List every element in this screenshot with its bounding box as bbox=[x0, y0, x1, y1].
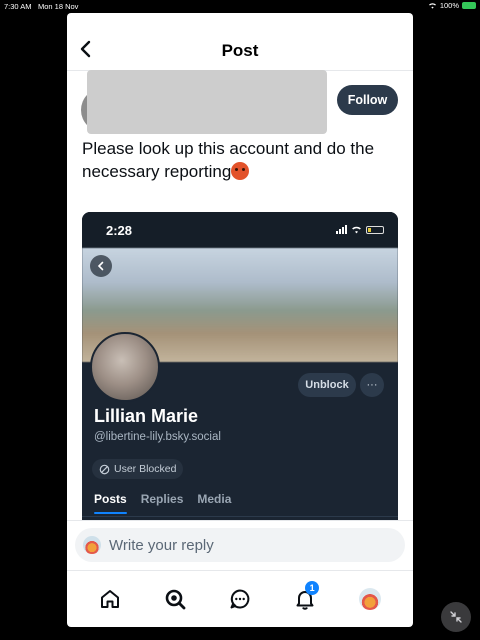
chat-icon bbox=[230, 589, 250, 609]
profile-handle: @libertine-lily.bsky.social bbox=[94, 431, 221, 443]
battery-percent: 100% bbox=[439, 1, 459, 10]
app-window: Post Follow Please look up this account … bbox=[67, 13, 413, 627]
profile-avatar-icon bbox=[359, 588, 382, 610]
embed-status-bar: 2:28 bbox=[82, 212, 398, 248]
status-date: Mon 18 Nov bbox=[38, 2, 79, 11]
tab-posts: Posts bbox=[94, 492, 127, 514]
more-options-icon: ··· bbox=[360, 373, 384, 397]
wifi-icon bbox=[352, 226, 361, 234]
embedded-screenshot[interactable]: 2:28 Unblock ··· Lillian Marie @libertin… bbox=[82, 212, 398, 520]
post-header: Post bbox=[67, 13, 413, 71]
profile-name: Lillian Marie bbox=[94, 406, 199, 426]
collapse-icon bbox=[450, 611, 462, 623]
blocked-icon bbox=[99, 464, 110, 474]
reply-composer: Write your reply bbox=[67, 520, 413, 570]
profile-avatar bbox=[90, 332, 160, 402]
tabs-divider bbox=[82, 516, 398, 517]
nav-home[interactable] bbox=[94, 583, 126, 615]
nav-chat[interactable] bbox=[224, 583, 256, 615]
embed-time: 2:28 bbox=[106, 223, 133, 238]
nav-search[interactable] bbox=[159, 583, 191, 615]
page-title: Post bbox=[221, 41, 259, 60]
nav-profile[interactable] bbox=[354, 583, 386, 615]
user-avatar bbox=[83, 536, 101, 554]
blocked-label: User Blocked bbox=[114, 463, 177, 475]
embed-status-icons bbox=[336, 225, 384, 234]
redacted-author-info bbox=[87, 70, 327, 134]
minimize-button[interactable] bbox=[441, 602, 471, 632]
banner-back-icon bbox=[90, 255, 112, 277]
angry-emoji-icon bbox=[231, 162, 250, 180]
unblock-button: Unblock bbox=[298, 373, 356, 397]
search-icon bbox=[165, 589, 186, 610]
signal-icon bbox=[336, 225, 347, 234]
status-time: 7:30 AM bbox=[4, 2, 32, 11]
status-indicators: 100% bbox=[428, 1, 476, 10]
reply-input[interactable]: Write your reply bbox=[75, 528, 405, 562]
battery-icon bbox=[366, 225, 384, 234]
wifi-icon bbox=[428, 3, 436, 9]
battery-icon bbox=[462, 2, 476, 9]
post-text: Please look up this account and do the n… bbox=[82, 139, 375, 181]
home-icon bbox=[100, 590, 119, 608]
post-body: Please look up this account and do the n… bbox=[82, 137, 402, 183]
system-status-bar: 7:30 AM Mon 18 Nov 100% bbox=[0, 0, 480, 12]
bottom-navigation: 1 bbox=[67, 570, 413, 627]
nav-notifications[interactable]: 1 bbox=[289, 581, 321, 615]
user-blocked-badge: User Blocked bbox=[92, 459, 184, 479]
tab-replies: Replies bbox=[140, 492, 184, 506]
profile-tabs: Posts Replies Media bbox=[94, 492, 231, 514]
tab-media: Media bbox=[197, 492, 232, 506]
follow-button[interactable]: Follow bbox=[337, 85, 398, 115]
reply-placeholder: Write your reply bbox=[109, 536, 214, 554]
